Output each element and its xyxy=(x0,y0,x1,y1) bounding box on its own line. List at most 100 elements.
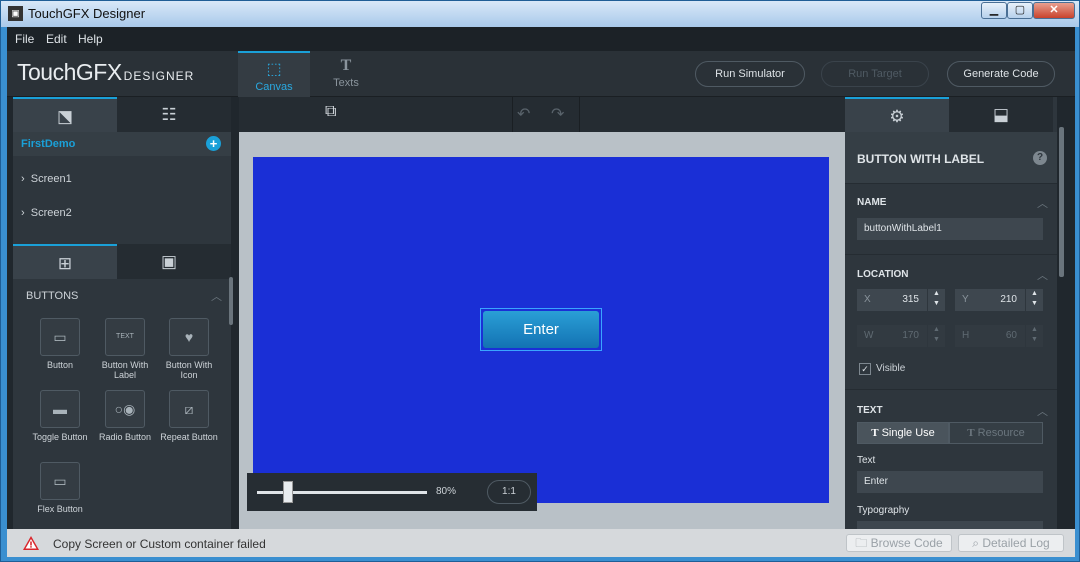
screen-item-2[interactable]: › Screen2 xyxy=(13,197,231,230)
menu-file[interactable]: File xyxy=(15,32,34,46)
section-divider xyxy=(845,389,1057,390)
visible-checkbox[interactable]: ✓ xyxy=(859,363,871,375)
radio-button-icon: ○◉ xyxy=(105,390,145,428)
add-widget-icon: ⊞ xyxy=(57,254,73,273)
h-value: 60 xyxy=(1005,330,1017,341)
h-field[interactable]: H 60 ▲ ▼ xyxy=(955,325,1043,347)
close-button[interactable]: ✕ xyxy=(1033,2,1075,19)
x-value: 315 xyxy=(902,294,919,305)
tab-widgets[interactable]: ⊞ xyxy=(13,244,117,279)
tab-texts[interactable]: T Texts xyxy=(310,51,382,97)
widget-label: Repeat Button xyxy=(160,432,218,442)
text-section-title[interactable]: TEXT xyxy=(857,405,883,416)
screens-icon: ⬔ xyxy=(56,107,74,126)
w-spinner-icon[interactable]: ▲ ▼ xyxy=(927,325,945,347)
h-label: H xyxy=(962,330,970,341)
single-use-label: Single Use xyxy=(881,427,935,439)
app-icon: ▣ xyxy=(8,6,23,21)
location-section-title[interactable]: LOCATION xyxy=(857,269,908,280)
zoom-slider-thumb[interactable] xyxy=(282,481,293,503)
widget-type-title: BUTTON WITH LABEL xyxy=(857,152,985,166)
text-t-icon: T xyxy=(871,427,879,439)
folder-icon: 🗀 xyxy=(855,536,868,550)
help-icon[interactable]: ? xyxy=(1033,151,1047,165)
toggle-button-icon: ▬ xyxy=(40,390,80,428)
left-scrollbar[interactable] xyxy=(229,277,233,325)
widget-toggle-button[interactable]: ▬ Toggle Button xyxy=(30,390,90,442)
screen-item-1[interactable]: › Screen1 xyxy=(13,163,231,196)
y-field[interactable]: Y 210 ▲ ▼ xyxy=(955,289,1043,311)
y-label: Y xyxy=(962,294,969,305)
widget-label: Button With Label xyxy=(101,360,149,380)
x-field[interactable]: X 315 ▲ ▼ xyxy=(857,289,945,311)
w-field[interactable]: W 170 ▲ ▼ xyxy=(857,325,945,347)
x-spinner-icon[interactable]: ▲ ▼ xyxy=(927,289,945,311)
log-search-icon: ⌕ xyxy=(972,536,979,550)
widget-button-with-label[interactable]: TEXT Button With Label xyxy=(95,318,155,380)
redo-icon[interactable]: ↷ xyxy=(551,104,564,124)
widget-repeat-button[interactable]: ⧄ Repeat Button xyxy=(159,390,219,442)
browse-code-label: Browse Code xyxy=(870,536,943,550)
generate-code-button[interactable]: Generate Code xyxy=(947,61,1055,87)
zoom-value: 80% xyxy=(436,486,457,497)
run-target-button[interactable]: Run Target xyxy=(821,61,929,87)
project-row[interactable]: FirstDemo + xyxy=(13,132,231,156)
tab-screens[interactable]: ⬔ xyxy=(13,97,117,132)
logo-sub: DESIGNER xyxy=(123,69,195,83)
add-screen-icon[interactable]: + xyxy=(206,136,221,151)
location-collapse-icon[interactable]: ︿ xyxy=(1037,267,1048,283)
menu-edit[interactable]: Edit xyxy=(46,32,67,46)
button-with-label-icon: TEXT xyxy=(105,318,145,356)
maximize-button[interactable]: ▢ xyxy=(1007,2,1033,19)
text-collapse-icon[interactable]: ︿ xyxy=(1037,403,1048,419)
right-scrollbar[interactable] xyxy=(1059,127,1064,277)
widget-button-with-icon[interactable]: ♥ Button With Icon xyxy=(159,318,219,380)
tab-canvas[interactable]: ⬚ Canvas xyxy=(238,51,310,97)
y-spinner-icon[interactable]: ▲ ▼ xyxy=(1025,289,1043,311)
widget-flex-button[interactable]: ▭ Flex Button xyxy=(30,462,90,514)
buttons-section-title[interactable]: BUTTONS xyxy=(26,290,78,302)
widget-radio-button[interactable]: ○◉ Radio Button xyxy=(95,390,155,442)
collapse-chevron-icon[interactable]: ︿ xyxy=(211,288,222,304)
screen-size-icon[interactable]: ⧉ xyxy=(325,103,336,121)
name-section-title[interactable]: NAME xyxy=(857,197,886,208)
h-spinner-icon[interactable]: ▲ ▼ xyxy=(1025,325,1043,347)
w-value: 170 xyxy=(902,330,919,341)
texts-icon: T xyxy=(340,57,352,74)
text-label: Text xyxy=(857,455,876,466)
tab-interactions[interactable]: ⬓ xyxy=(949,97,1053,132)
widget-button[interactable]: ▭ Button xyxy=(30,318,90,370)
properties-gear-icon: ⚙ xyxy=(889,107,905,126)
status-bar: Copy Screen or Custom container failed 🗀… xyxy=(7,529,1075,557)
detailed-log-button[interactable]: ⌕ Detailed Log xyxy=(958,534,1064,552)
minimize-button[interactable]: ▁ xyxy=(981,2,1007,19)
typography-label: Typography xyxy=(857,505,910,516)
name-collapse-icon[interactable]: ︿ xyxy=(1037,195,1048,211)
zoom-bar: 80% 1:1 xyxy=(247,473,537,511)
name-input[interactable]: buttonWithLabel1 xyxy=(857,218,1043,240)
enter-button[interactable]: Enter xyxy=(483,311,599,348)
warning-icon xyxy=(23,536,39,550)
menu-help[interactable]: Help xyxy=(78,32,103,46)
single-use-toggle[interactable]: T Single Use xyxy=(857,422,949,444)
repeat-button-icon: ⧄ xyxy=(169,390,209,428)
tab-images[interactable]: ▣ xyxy=(117,244,221,279)
visible-label: Visible xyxy=(876,363,906,374)
resource-t-icon: T xyxy=(967,427,975,439)
widget-label: Button xyxy=(46,360,74,370)
screen-item-label: › Screen2 xyxy=(21,207,72,219)
text-input[interactable]: Enter xyxy=(857,471,1043,493)
left-panel: ⬔ ☷ FirstDemo + › Screen1 › Screen2 ⊞ ▣ … xyxy=(13,97,231,529)
resource-toggle[interactable]: T Resource xyxy=(949,422,1043,444)
browse-code-button[interactable]: 🗀 Browse Code xyxy=(846,534,952,552)
detailed-log-label: Detailed Log xyxy=(982,536,1050,550)
properties-header: BUTTON WITH LABEL ? xyxy=(845,132,1057,184)
button-icon: ▭ xyxy=(40,318,80,356)
undo-icon[interactable]: ↶ xyxy=(517,104,530,124)
canvas-toolbar: ⧉ ↶ ↷ xyxy=(239,97,845,132)
status-message: Copy Screen or Custom container failed xyxy=(53,537,266,551)
tab-properties[interactable]: ⚙ xyxy=(845,97,949,132)
tab-layers[interactable]: ☷ xyxy=(117,97,221,132)
zoom-reset-button[interactable]: 1:1 xyxy=(487,480,531,504)
run-simulator-button[interactable]: Run Simulator xyxy=(695,61,805,87)
